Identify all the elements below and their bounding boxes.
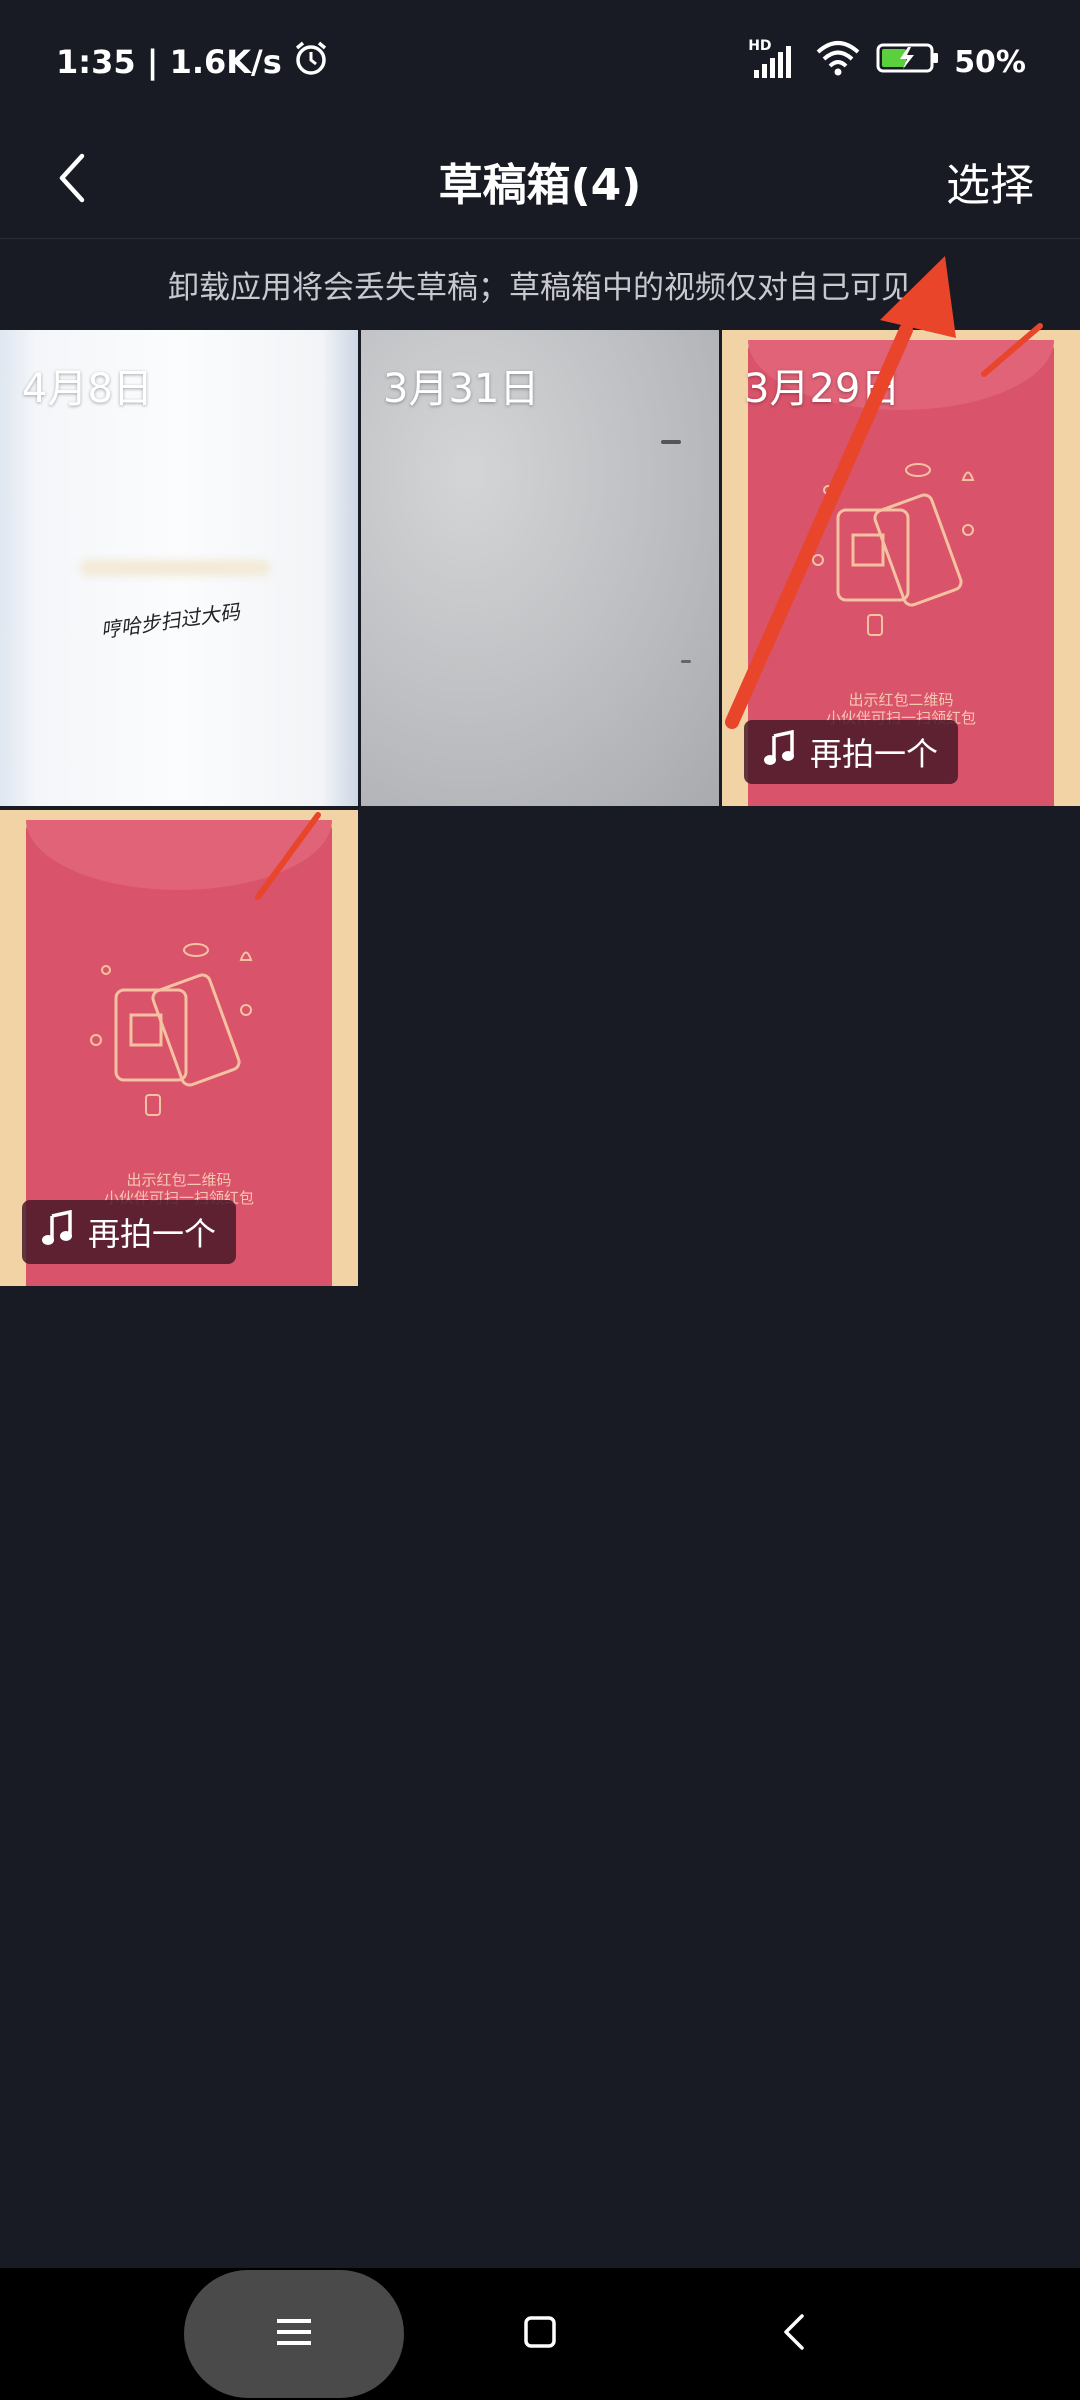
signal-icon: HD: [748, 38, 800, 82]
page-title: 草稿箱(4): [438, 160, 642, 211]
qr-phone-illustration: [90, 943, 253, 1116]
status-left: 1:35 | 1.6K/s: [56, 39, 330, 85]
nav-home-button[interactable]: [516, 2300, 564, 2368]
draft-date: 3月31日: [383, 366, 540, 412]
status-time: 1:35 | 1.6K/s: [56, 43, 282, 81]
wall-speck: [661, 440, 681, 444]
draft-notice: 卸载应用将会丢失草稿；草稿箱中的视频仅对自己可见: [168, 269, 912, 306]
battery-icon: [876, 41, 940, 83]
status-right: HD 50%: [748, 38, 1026, 84]
envelope-flap: [26, 820, 332, 890]
chevron-left-icon: [52, 150, 92, 210]
draft-date: 4月8日: [22, 366, 153, 412]
reshoot-label: 再拍一个: [88, 1215, 217, 1253]
wall-speck: [681, 660, 691, 663]
music-note-icon: [42, 1209, 74, 1254]
wifi-icon: [814, 40, 862, 84]
status-bar: 1:35 | 1.6K/s HD 50%: [0, 0, 1080, 124]
draft-tile[interactable]: 3月31日: [361, 330, 719, 806]
select-button[interactable]: 选择: [946, 124, 1034, 238]
draft-tile[interactable]: 出示红包二维码 小伙伴可扫一扫领红包 再拍一个: [0, 810, 358, 1286]
envelope-caption-1: 出示红包二维码: [126, 1171, 232, 1189]
draft-tile[interactable]: 哼哈步扫过大码 4月8日: [0, 330, 358, 806]
envelope-caption-1: 出示红包二维码: [848, 691, 954, 709]
qr-phone-illustration: [812, 463, 975, 636]
music-note-icon: [764, 729, 796, 774]
draft-tile[interactable]: 出示红包二维码 小伙伴可扫一扫领红包 3月29日 再拍一个: [722, 330, 1080, 806]
alarm-icon: [292, 39, 330, 85]
hamburger-menu-icon: [277, 2317, 311, 2351]
nav-back-button[interactable]: [770, 2300, 818, 2368]
nav-menu-button[interactable]: [184, 2270, 404, 2398]
battery-percent: 50%: [954, 44, 1026, 80]
back-button[interactable]: [36, 144, 108, 216]
draft-date: 3月29日: [744, 366, 901, 412]
square-home-icon: [523, 2315, 557, 2353]
blurred-text-bar: [80, 560, 270, 576]
reshoot-label: 再拍一个: [810, 735, 939, 773]
reshoot-button[interactable]: 再拍一个: [744, 720, 959, 784]
sticker-text: 哼哈步扫过大码: [99, 599, 242, 643]
hd-label: HD: [748, 38, 772, 54]
header-bar: 草稿箱(4) 选择: [0, 124, 1080, 239]
reshoot-button[interactable]: 再拍一个: [22, 1200, 237, 1264]
triangle-back-icon: [782, 2312, 806, 2356]
